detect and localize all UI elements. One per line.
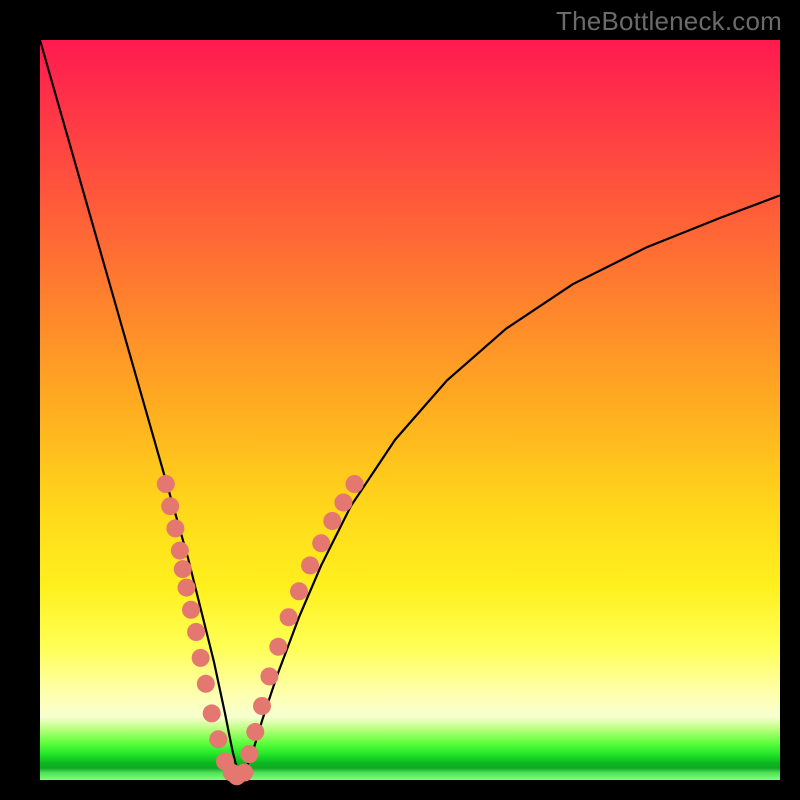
data-point — [323, 512, 341, 530]
data-point — [192, 649, 210, 667]
chart-frame: TheBottleneck.com — [0, 0, 800, 800]
data-point — [161, 497, 179, 515]
data-point — [187, 623, 205, 641]
data-point — [312, 534, 330, 552]
data-point — [346, 475, 364, 493]
data-point — [253, 697, 271, 715]
data-point — [178, 579, 196, 597]
data-point — [246, 723, 264, 741]
data-point — [269, 638, 287, 656]
data-point — [334, 494, 352, 512]
data-point — [171, 542, 189, 560]
data-point — [209, 730, 227, 748]
watermark-text: TheBottleneck.com — [556, 6, 782, 37]
data-point — [240, 745, 258, 763]
data-point — [157, 475, 175, 493]
curve-layer — [40, 40, 780, 780]
data-point — [166, 519, 184, 537]
data-point — [203, 704, 221, 722]
data-point — [235, 764, 253, 782]
data-point — [280, 608, 298, 626]
data-point — [301, 556, 319, 574]
plot-area — [40, 40, 780, 780]
data-point — [182, 601, 200, 619]
data-point — [174, 560, 192, 578]
data-point — [260, 667, 278, 685]
bottleneck-curve — [40, 40, 780, 780]
left-branch-dots — [157, 475, 246, 785]
data-point — [197, 675, 215, 693]
data-point — [290, 582, 308, 600]
